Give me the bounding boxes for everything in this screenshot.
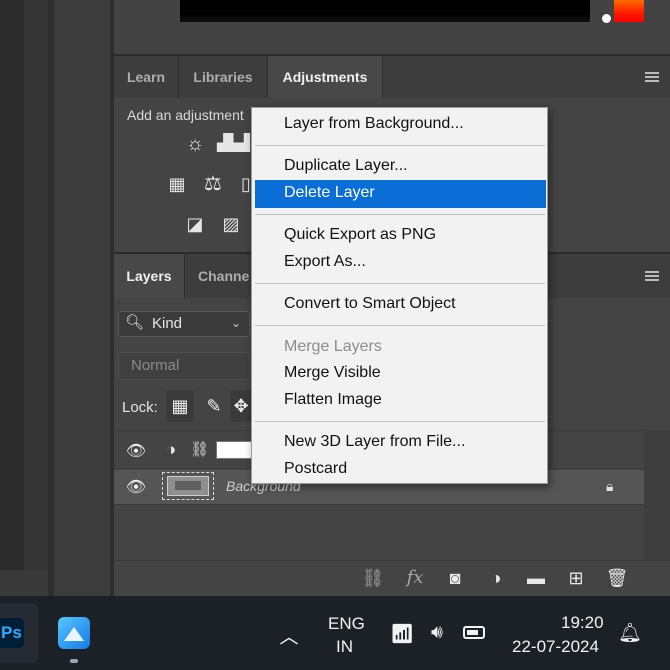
layer-thumbnail-content bbox=[175, 481, 201, 490]
gradient-map-icon[interactable]: ▨ bbox=[217, 212, 245, 236]
menu-item-new-3d-layer[interactable]: New 3D Layer from File... bbox=[284, 433, 465, 451]
layer-context-menu: Layer from Background... Duplicate Layer… bbox=[251, 107, 548, 484]
menu-item-quick-export-png[interactable]: Quick Export as PNG bbox=[284, 226, 436, 244]
adjustment-layer-button-icon[interactable]: ◑ bbox=[484, 566, 508, 590]
invert-icon[interactable]: ◪ bbox=[181, 212, 209, 236]
collapsed-panel-column bbox=[54, 0, 110, 596]
color-balance-icon[interactable]: ⚖ bbox=[199, 172, 227, 196]
tab-libraries[interactable]: Libraries bbox=[179, 56, 267, 98]
menu-item-duplicate-layer[interactable]: Duplicate Layer... bbox=[284, 157, 408, 175]
clock-date[interactable]: 22-07-2024 bbox=[512, 637, 599, 657]
battery-icon[interactable] bbox=[463, 626, 485, 639]
menu-item-convert-smart-object[interactable]: Convert to Smart Object bbox=[284, 295, 456, 313]
running-indicator bbox=[70, 659, 78, 663]
lock-position-button[interactable]: ✥ bbox=[230, 390, 252, 422]
panel-menu-icon[interactable] bbox=[645, 271, 659, 281]
left-edge-panel bbox=[0, 0, 24, 596]
menu-separator bbox=[255, 421, 545, 422]
menu-item-export-as[interactable]: Export As... bbox=[284, 253, 366, 271]
menu-item-flatten-image[interactable]: Flatten Image bbox=[284, 391, 382, 409]
tab-channels[interactable]: Channe bbox=[186, 254, 256, 298]
link-layers-icon[interactable]: ⛓ bbox=[361, 566, 385, 590]
toolbar-column bbox=[24, 0, 48, 570]
search-icon: 🔍︎ bbox=[125, 314, 145, 331]
menu-item-merge-visible[interactable]: Merge Visible bbox=[284, 364, 381, 382]
tab-layers[interactable]: Layers bbox=[114, 254, 184, 298]
adjustments-tab-bar: Learn Libraries Adjustments bbox=[114, 56, 670, 98]
lock-icon: 🔒︎ bbox=[606, 478, 614, 494]
lock-image-pixels-button[interactable]: ✎ bbox=[200, 390, 228, 422]
tab-adjustments[interactable]: Adjustments bbox=[268, 56, 382, 98]
tab-divider bbox=[184, 254, 185, 298]
toolbar-footer bbox=[0, 570, 48, 596]
link-icon: ⛓ bbox=[190, 441, 210, 458]
layer-row-divider bbox=[114, 504, 644, 505]
fx-icon[interactable]: fx bbox=[403, 566, 427, 590]
visibility-eye-icon[interactable]: 👁︎ bbox=[125, 444, 147, 460]
menu-item-delete-layer[interactable]: Delete Layer bbox=[284, 184, 375, 202]
tab-divider bbox=[382, 56, 383, 98]
visibility-eye-icon[interactable]: 👁︎ bbox=[125, 480, 147, 496]
clock-time[interactable]: 19:20 bbox=[561, 613, 604, 633]
layer-filter-label: Kind bbox=[152, 315, 183, 332]
menu-item-merge-layers: Merge Layers bbox=[284, 338, 382, 355]
levels-icon[interactable]: ▟▙▟ bbox=[217, 132, 250, 156]
menu-item-postcard[interactable]: Postcard bbox=[284, 460, 347, 478]
lock-label: Lock: bbox=[122, 399, 158, 416]
layer-mask-thumbnail[interactable] bbox=[216, 441, 256, 459]
menu-separator bbox=[255, 214, 545, 215]
chevron-up-icon[interactable]: ︿ bbox=[278, 622, 300, 649]
adjustment-layer-icon: ◑ bbox=[166, 440, 177, 459]
trash-icon[interactable]: 🗑︎ bbox=[605, 566, 629, 590]
photoshop-icon: Ps bbox=[0, 618, 24, 648]
menu-separator bbox=[255, 145, 545, 146]
channel-mixer-icon[interactable]: ▦ bbox=[163, 172, 191, 196]
chevron-down-icon: ⌄ bbox=[231, 316, 242, 330]
blend-mode-label: Normal bbox=[131, 357, 180, 374]
new-layer-icon[interactable]: ⊞ bbox=[564, 566, 588, 590]
menu-separator bbox=[255, 283, 545, 284]
folder-icon[interactable]: ▬ bbox=[524, 566, 548, 590]
hue-slider-handle[interactable] bbox=[602, 14, 611, 23]
lock-transparent-pixels-button[interactable]: ▦ bbox=[166, 390, 194, 422]
notification-bell-icon[interactable]: 🔔︎ bbox=[618, 621, 642, 645]
wifi-icon[interactable]: 📶︎ bbox=[390, 622, 414, 646]
menu-separator bbox=[255, 325, 545, 326]
volume-icon[interactable]: 🔊︎ bbox=[424, 622, 450, 644]
panel-menu-icon[interactable] bbox=[645, 72, 659, 82]
language-indicator[interactable]: ENG bbox=[328, 614, 365, 634]
hue-slider[interactable] bbox=[614, 0, 644, 22]
color-picker-field[interactable] bbox=[180, 0, 590, 22]
menu-item-layer-from-background[interactable]: Layer from Background... bbox=[284, 115, 464, 133]
region-indicator[interactable]: IN bbox=[336, 637, 353, 657]
add-mask-icon[interactable]: ◙ bbox=[443, 566, 467, 590]
photos-icon-mountain bbox=[64, 627, 84, 641]
brightness-contrast-icon[interactable]: ☼ bbox=[181, 132, 209, 156]
adjustments-hint: Add an adjustment bbox=[127, 107, 244, 123]
tab-learn[interactable]: Learn bbox=[114, 56, 178, 98]
